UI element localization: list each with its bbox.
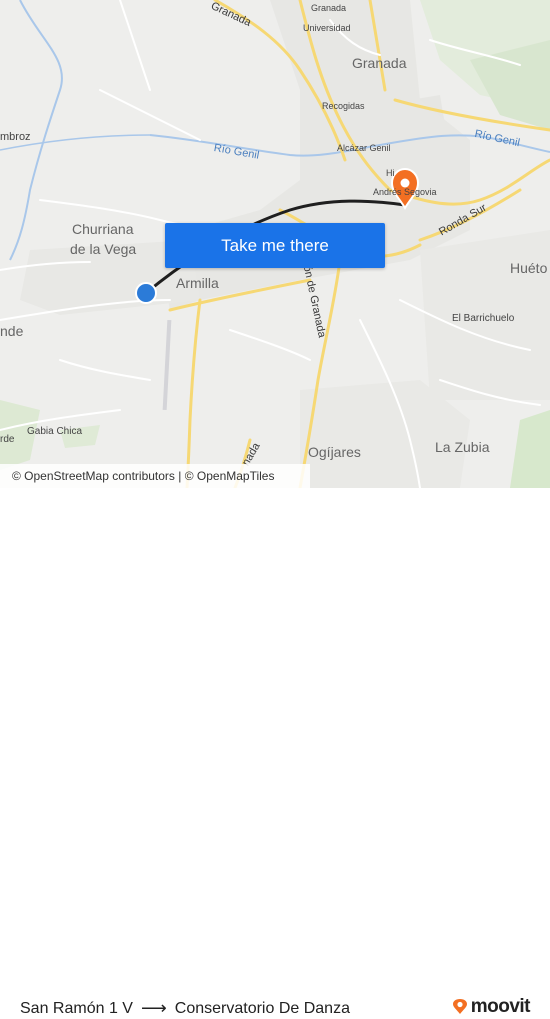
- moovit-wordmark: moovit: [470, 996, 531, 1017]
- destination-label: Conservatorio De Danza: [174, 999, 350, 1017]
- map-label-armilla: Armilla: [176, 275, 219, 291]
- map-label-hi: Hi: [386, 168, 395, 178]
- map-label-recogidas: Recogidas: [322, 101, 365, 111]
- arrow-right-icon: ⟶: [140, 998, 167, 1018]
- moovit-logo[interactable]: moovit: [452, 996, 531, 1018]
- map-label-rde: rde: [0, 434, 15, 445]
- moovit-pin-icon: [452, 999, 467, 1014]
- map-label-churriana-1: Churriana: [72, 221, 134, 237]
- map-label-granada: Granada: [352, 55, 407, 71]
- map-label-andres-segovia: Andrés Segovia: [373, 187, 437, 197]
- map-label-ambroz: mbroz: [0, 131, 31, 143]
- map-label-nde: nde: [0, 323, 24, 339]
- map-label-ogijares: Ogíjares: [308, 444, 361, 460]
- map-view[interactable]: Granada Granada Universidad Granada Reco…: [0, 0, 550, 488]
- map-label-gabia-chica: Gabia Chica: [27, 426, 83, 437]
- map-label-alcazar-genil: Alcázar Genil: [337, 143, 391, 153]
- map-label-huetor: Huéto: [510, 260, 548, 276]
- map-label-el-barrichuelo: El Barrichuelo: [452, 313, 515, 324]
- origin-label: San Ramón 1 V: [20, 999, 133, 1017]
- footer-bar: San Ramón 1 V ⟶ Conservatorio De Danza m…: [0, 488, 550, 1018]
- map-label-granada-top: Granada: [311, 3, 347, 13]
- attribution-text[interactable]: © OpenStreetMap contributors | © OpenMap…: [12, 469, 274, 483]
- map-label-la-zubia: La Zubia: [435, 439, 490, 455]
- route-summary: San Ramón 1 V ⟶ Conservatorio De Danza: [20, 998, 350, 1019]
- map-label-universidad: Universidad: [303, 23, 351, 33]
- map-attribution: © OpenStreetMap contributors | © OpenMap…: [0, 464, 310, 488]
- origin-marker[interactable]: [135, 282, 157, 304]
- take-me-there-button[interactable]: Take me there: [165, 223, 385, 268]
- map-label-churriana-2: de la Vega: [70, 241, 137, 257]
